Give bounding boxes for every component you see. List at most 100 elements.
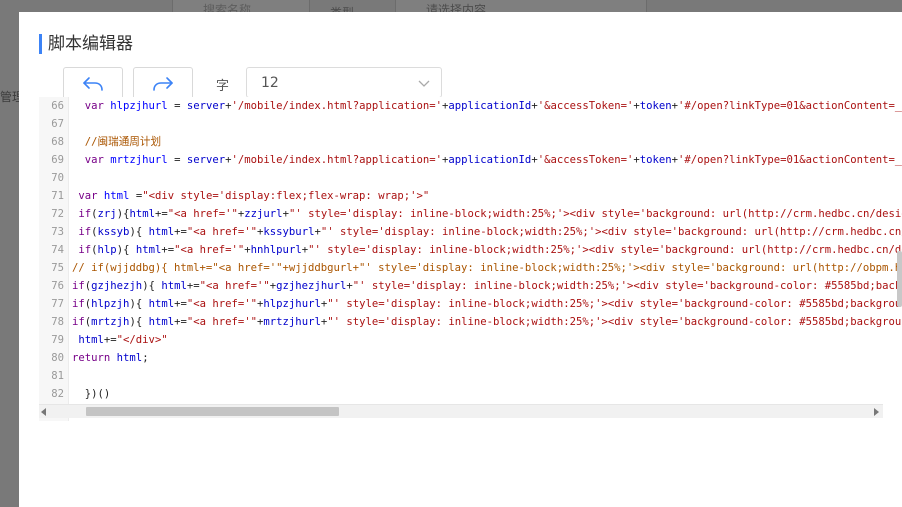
line-number: 66 (51, 100, 64, 112)
code-token: "' style='display: inline-block;width:25… (327, 298, 902, 310)
code-token: if (78, 226, 92, 238)
line-code: if(kssyb){ html+="<a href='"+kssyburl+"'… (72, 223, 902, 241)
code-token: += (174, 298, 187, 310)
horizontal-scrollbar[interactable] (39, 404, 883, 418)
code-token: ){ (116, 244, 136, 256)
code-token: hlpzjhurl (103, 100, 175, 112)
line-number: 69 (51, 154, 64, 166)
redo-arrow-icon (153, 76, 173, 91)
code-token: token (639, 100, 672, 112)
code-token: mrtzjhurl (263, 316, 321, 328)
code-token: ){ (129, 298, 149, 310)
code-token: += (103, 334, 117, 346)
line-code: if(hlpzjh){ html+="<a href='"+hlpzjhurl+… (72, 295, 902, 313)
code-token: server (186, 154, 226, 166)
code-token: ){ (129, 316, 149, 328)
code-token: '/mobile/index.html?application=' (231, 154, 442, 166)
code-token: html (116, 352, 143, 364)
code-line[interactable]: 73 if(kssyb){ html+="<a href='"+kssyburl… (39, 223, 902, 241)
code-line[interactable]: 77 if(hlpzjh){ html+="<a href='"+hlpzjhur… (39, 295, 902, 313)
code-token: html (135, 244, 162, 256)
line-number: 82 (51, 388, 64, 400)
code-token: += (174, 316, 187, 328)
code-token: ; (142, 352, 149, 364)
code-token: if (72, 298, 85, 310)
code-line[interactable]: 67 (39, 115, 902, 133)
code-token: html (148, 316, 175, 328)
code-token: "' style='display: inline-block;width:25… (320, 226, 902, 238)
code-token: "<a href='" (199, 280, 270, 292)
scroll-left-arrow-icon[interactable] (41, 408, 46, 416)
code-token: html (148, 226, 175, 238)
code-token: zrj (97, 208, 117, 220)
code-token: //闽瑞通周计划 (72, 136, 162, 148)
code-line[interactable]: 75 // if(wjjddbg){ html+="<a href='"+wjjd… (39, 259, 902, 277)
code-token: '&accessToken=' (537, 100, 634, 112)
code-token: "<a href='" (186, 298, 258, 310)
code-token: "<a href='" (186, 226, 258, 238)
code-token: kssyburl (263, 226, 315, 238)
code-token: ){ (129, 226, 149, 238)
code-line[interactable]: 72 if(zrj){html+="<a href='"+zzjurl+"' s… (39, 205, 902, 223)
line-code: if(zrj){html+="<a href='"+zzjurl+"' styl… (72, 205, 902, 223)
code-line[interactable]: 76 if(gzjhezjh){ html+="<a href='"+gzjhez… (39, 277, 902, 295)
line-number: 79 (51, 334, 64, 346)
code-line[interactable]: 70 (39, 169, 902, 187)
line-number: 70 (51, 172, 64, 184)
line-code: })() (72, 385, 111, 403)
code-token: var (84, 100, 104, 112)
line-code: if(gzjhezjh){ html+="<a href='"+gzjhezjh… (72, 277, 902, 295)
code-line[interactable]: 79 html+="</div>" (39, 331, 902, 349)
line-number: 74 (51, 244, 64, 256)
line-code: if(hlp){ html+="<a href='"+hnhlpurl+"' s… (72, 241, 902, 259)
font-size-select[interactable]: 12 (246, 67, 442, 98)
line-number: 81 (51, 370, 64, 382)
code-line[interactable]: 66 var hlpzjhurl = server+'/mobile/index… (39, 97, 902, 115)
code-token: applicationId (448, 100, 532, 112)
line-number: 78 (51, 316, 64, 328)
code-token: hlpzjh (91, 298, 130, 310)
scroll-right-arrow-icon[interactable] (874, 408, 879, 416)
code-line[interactable]: 71 var html ="<div style='display:flex;f… (39, 187, 902, 205)
horizontal-scrollbar-thumb[interactable] (86, 407, 339, 416)
code-token: kssyb (97, 226, 130, 238)
code-token: var (78, 190, 98, 202)
code-token: // if(wjjddbg){ html+="<a href='"+wjjddb… (72, 262, 902, 274)
line-code: return html; (72, 349, 149, 367)
code-line[interactable]: 81 (39, 367, 902, 385)
code-token: hnhlpurl (250, 244, 302, 256)
code-line[interactable]: 82 })() (39, 385, 902, 403)
code-token: "' style='display: inline-block;width:25… (288, 208, 902, 220)
line-number: 73 (51, 226, 64, 238)
chevron-down-icon (418, 80, 430, 87)
code-token: html (129, 208, 155, 220)
code-token: hlp (97, 244, 117, 256)
code-line[interactable]: 80 return html; (39, 349, 902, 367)
code-editor[interactable]: 66 var hlpzjhurl = server+'/mobile/index… (39, 97, 902, 421)
line-code: html+="</div>" (72, 331, 167, 349)
line-number: 76 (51, 280, 64, 292)
undo-button[interactable] (63, 67, 123, 100)
line-code: if(mrtzjh){ html+="<a href='"+mrtzjhurl+… (72, 313, 902, 331)
code-token: "<a href='" (174, 244, 245, 256)
code-line[interactable]: 68 //闽瑞通周计划 (39, 133, 902, 151)
code-token: "<a href='" (167, 208, 238, 220)
code-token: return (72, 352, 111, 364)
code-token: += (154, 208, 168, 220)
code-token: ){ (116, 208, 130, 220)
code-token: '#/open?linkType=01&actionContent=__XXbG… (678, 100, 902, 112)
code-line[interactable]: 69 var mrtzjhurl = server+'/mobile/index… (39, 151, 902, 169)
code-token: "' style='display: inline-block;width:25… (308, 244, 902, 256)
code-token: hlpzjhurl (263, 298, 321, 310)
code-token: mrtzjhurl (103, 154, 175, 166)
line-code: //闽瑞通周计划 (72, 133, 161, 151)
line-number: 68 (51, 136, 64, 148)
code-token: html (97, 190, 136, 202)
line-number: 71 (51, 190, 64, 202)
code-line[interactable]: 78 if(mrtzjh){ html+="<a href='"+mrtzjhur… (39, 313, 902, 331)
redo-button[interactable] (133, 67, 193, 100)
vertical-scrollbar-thumb[interactable] (897, 251, 902, 307)
code-line[interactable]: 74 if(hlp){ html+="<a href='"+hnhlpurl+"… (39, 241, 902, 259)
code-token: gzjhezjhurl (276, 280, 347, 292)
